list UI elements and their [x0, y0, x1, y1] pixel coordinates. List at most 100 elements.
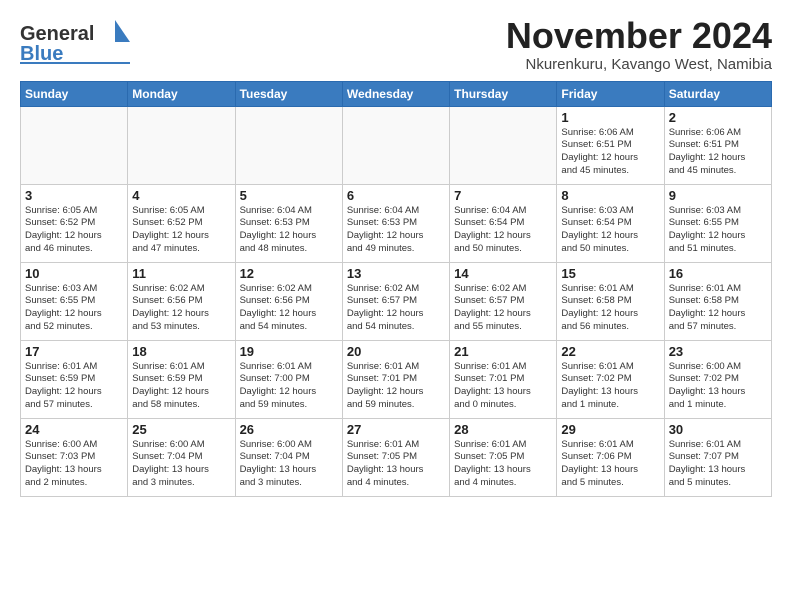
day-number: 17: [25, 344, 123, 359]
day-info: Sunrise: 6:01 AMSunset: 7:06 PMDaylight:…: [561, 439, 659, 490]
calendar-cell-2-2: 12Sunrise: 6:02 AMSunset: 6:56 PMDayligh…: [235, 262, 342, 340]
col-wednesday: Wednesday: [342, 81, 449, 106]
day-info: Sunrise: 6:04 AMSunset: 6:54 PMDaylight:…: [454, 205, 552, 256]
day-number: 25: [132, 422, 230, 437]
day-number: 9: [669, 188, 767, 203]
day-number: 5: [240, 188, 338, 203]
calendar-cell-4-6: 30 Sunrise: 6:01 AMSunset: 7:07 PMDayligh…: [664, 418, 771, 496]
calendar-cell-2-3: 13 Sunrise: 6:02 AMSunset: 6:57 PMDayligh…: [342, 262, 449, 340]
day-info: Sunrise: 6:00 AMSunset: 7:04 PMDaylight:…: [132, 439, 230, 490]
day-number: 18: [132, 344, 230, 359]
day-number: 12: [240, 266, 338, 281]
day-info: Sunrise: 6:05 AMSunset: 6:52 PMDaylight:…: [25, 205, 123, 256]
svg-text:Blue: Blue: [20, 43, 63, 64]
logo-svg: General Blue: [20, 20, 130, 64]
day-info: Sunrise: 6:00 AMSunset: 7:03 PMDaylight:…: [25, 439, 123, 490]
calendar-cell-2-4: 14 Sunrise: 6:02 AMSunset: 6:57 PMDayligh…: [450, 262, 557, 340]
day-info: Sunrise: 6:06 AMSunset: 6:51 PMDaylight:…: [561, 127, 659, 178]
day-info: Sunrise: 6:01 AMSunset: 6:58 PMDaylight:…: [561, 283, 659, 334]
day-info: Sunrise: 6:01 AMSunset: 6:59 PMDaylight:…: [25, 361, 123, 412]
day-info: Sunrise: 6:04 AMSunset: 6:53 PMDaylight:…: [240, 205, 338, 256]
calendar-cell-2-5: 15Sunrise: 6:01 AMSunset: 6:58 PMDayligh…: [557, 262, 664, 340]
calendar-cell-3-2: 19 Sunrise: 6:01 AMSunset: 7:00 PMDayligh…: [235, 340, 342, 418]
calendar-cell-3-0: 17 Sunrise: 6:01 AMSunset: 6:59 PMDayligh…: [21, 340, 128, 418]
day-number: 14: [454, 266, 552, 281]
calendar-cell-1-3: 6 Sunrise: 6:04 AMSunset: 6:53 PMDaylight…: [342, 184, 449, 262]
day-number: 27: [347, 422, 445, 437]
logo-container: General Blue: [20, 20, 130, 64]
calendar-cell-3-3: 20Sunrise: 6:01 AMSunset: 7:01 PMDayligh…: [342, 340, 449, 418]
calendar-header-row: Sunday Monday Tuesday Wednesday Thursday…: [21, 81, 772, 106]
day-number: 11: [132, 266, 230, 281]
calendar-cell-1-5: 8Sunrise: 6:03 AMSunset: 6:54 PMDaylight…: [557, 184, 664, 262]
day-number: 28: [454, 422, 552, 437]
calendar-cell-1-2: 5 Sunrise: 6:04 AMSunset: 6:53 PMDaylight…: [235, 184, 342, 262]
day-info: Sunrise: 6:01 AMSunset: 6:59 PMDaylight:…: [132, 361, 230, 412]
day-number: 8: [561, 188, 659, 203]
day-number: 7: [454, 188, 552, 203]
day-number: 2: [669, 110, 767, 125]
calendar-cell-0-1: [128, 106, 235, 184]
calendar-cell-0-0: [21, 106, 128, 184]
day-number: 13: [347, 266, 445, 281]
svg-text:General: General: [20, 23, 94, 45]
col-tuesday: Tuesday: [235, 81, 342, 106]
calendar-cell-4-2: 26Sunrise: 6:00 AMSunset: 7:04 PMDayligh…: [235, 418, 342, 496]
header: General Blue November 2024 Nkurenkuru, K…: [20, 16, 772, 73]
day-number: 29: [561, 422, 659, 437]
calendar-cell-4-4: 28Sunrise: 6:01 AMSunset: 7:05 PMDayligh…: [450, 418, 557, 496]
day-number: 26: [240, 422, 338, 437]
col-saturday: Saturday: [664, 81, 771, 106]
calendar-cell-1-4: 7 Sunrise: 6:04 AMSunset: 6:54 PMDaylight…: [450, 184, 557, 262]
day-info: Sunrise: 6:01 AMSunset: 7:02 PMDaylight:…: [561, 361, 659, 412]
calendar-cell-3-5: 22Sunrise: 6:01 AMSunset: 7:02 PMDayligh…: [557, 340, 664, 418]
calendar-cell-1-1: 4 Sunrise: 6:05 AMSunset: 6:52 PMDaylight…: [128, 184, 235, 262]
calendar-cell-4-3: 27 Sunrise: 6:01 AMSunset: 7:05 PMDayligh…: [342, 418, 449, 496]
logo-row: General Blue: [20, 20, 130, 64]
day-info: Sunrise: 6:01 AMSunset: 6:58 PMDaylight:…: [669, 283, 767, 334]
day-info: Sunrise: 6:05 AMSunset: 6:52 PMDaylight:…: [132, 205, 230, 256]
day-info: Sunrise: 6:04 AMSunset: 6:53 PMDaylight:…: [347, 205, 445, 256]
calendar: Sunday Monday Tuesday Wednesday Thursday…: [20, 81, 772, 497]
calendar-cell-0-3: [342, 106, 449, 184]
day-info: Sunrise: 6:02 AMSunset: 6:56 PMDaylight:…: [132, 283, 230, 334]
day-number: 3: [25, 188, 123, 203]
calendar-cell-4-5: 29 Sunrise: 6:01 AMSunset: 7:06 PMDayligh…: [557, 418, 664, 496]
calendar-cell-1-0: 3 Sunrise: 6:05 AMSunset: 6:52 PMDaylight…: [21, 184, 128, 262]
day-info: Sunrise: 6:01 AMSunset: 7:01 PMDaylight:…: [347, 361, 445, 412]
calendar-cell-2-6: 16Sunrise: 6:01 AMSunset: 6:58 PMDayligh…: [664, 262, 771, 340]
day-info: Sunrise: 6:02 AMSunset: 6:57 PMDaylight:…: [454, 283, 552, 334]
calendar-week-3: 17 Sunrise: 6:01 AMSunset: 6:59 PMDayligh…: [21, 340, 772, 418]
day-info: Sunrise: 6:00 AMSunset: 7:02 PMDaylight:…: [669, 361, 767, 412]
col-sunday: Sunday: [21, 81, 128, 106]
location: Nkurenkuru, Kavango West, Namibia: [506, 56, 772, 73]
calendar-cell-3-6: 23Sunrise: 6:00 AMSunset: 7:02 PMDayligh…: [664, 340, 771, 418]
day-number: 30: [669, 422, 767, 437]
day-number: 19: [240, 344, 338, 359]
col-thursday: Thursday: [450, 81, 557, 106]
title-block: November 2024 Nkurenkuru, Kavango West, …: [506, 16, 772, 73]
calendar-week-2: 10Sunrise: 6:03 AMSunset: 6:55 PMDayligh…: [21, 262, 772, 340]
day-number: 4: [132, 188, 230, 203]
day-info: Sunrise: 6:03 AMSunset: 6:55 PMDaylight:…: [669, 205, 767, 256]
calendar-cell-2-1: 11 Sunrise: 6:02 AMSunset: 6:56 PMDayligh…: [128, 262, 235, 340]
day-info: Sunrise: 6:01 AMSunset: 7:00 PMDaylight:…: [240, 361, 338, 412]
col-monday: Monday: [128, 81, 235, 106]
day-info: Sunrise: 6:02 AMSunset: 6:57 PMDaylight:…: [347, 283, 445, 334]
day-info: Sunrise: 6:01 AMSunset: 7:07 PMDaylight:…: [669, 439, 767, 490]
day-number: 6: [347, 188, 445, 203]
month-title: November 2024: [506, 16, 772, 56]
logo: General Blue: [20, 16, 130, 64]
day-number: 10: [25, 266, 123, 281]
calendar-cell-2-0: 10Sunrise: 6:03 AMSunset: 6:55 PMDayligh…: [21, 262, 128, 340]
col-friday: Friday: [557, 81, 664, 106]
calendar-cell-0-6: 2Sunrise: 6:06 AMSunset: 6:51 PMDaylight…: [664, 106, 771, 184]
calendar-cell-0-2: [235, 106, 342, 184]
calendar-cell-3-1: 18 Sunrise: 6:01 AMSunset: 6:59 PMDayligh…: [128, 340, 235, 418]
day-number: 1: [561, 110, 659, 125]
calendar-cell-4-0: 24Sunrise: 6:00 AMSunset: 7:03 PMDayligh…: [21, 418, 128, 496]
calendar-week-1: 3 Sunrise: 6:05 AMSunset: 6:52 PMDaylight…: [21, 184, 772, 262]
calendar-cell-3-4: 21Sunrise: 6:01 AMSunset: 7:01 PMDayligh…: [450, 340, 557, 418]
day-info: Sunrise: 6:01 AMSunset: 7:05 PMDaylight:…: [347, 439, 445, 490]
day-number: 21: [454, 344, 552, 359]
